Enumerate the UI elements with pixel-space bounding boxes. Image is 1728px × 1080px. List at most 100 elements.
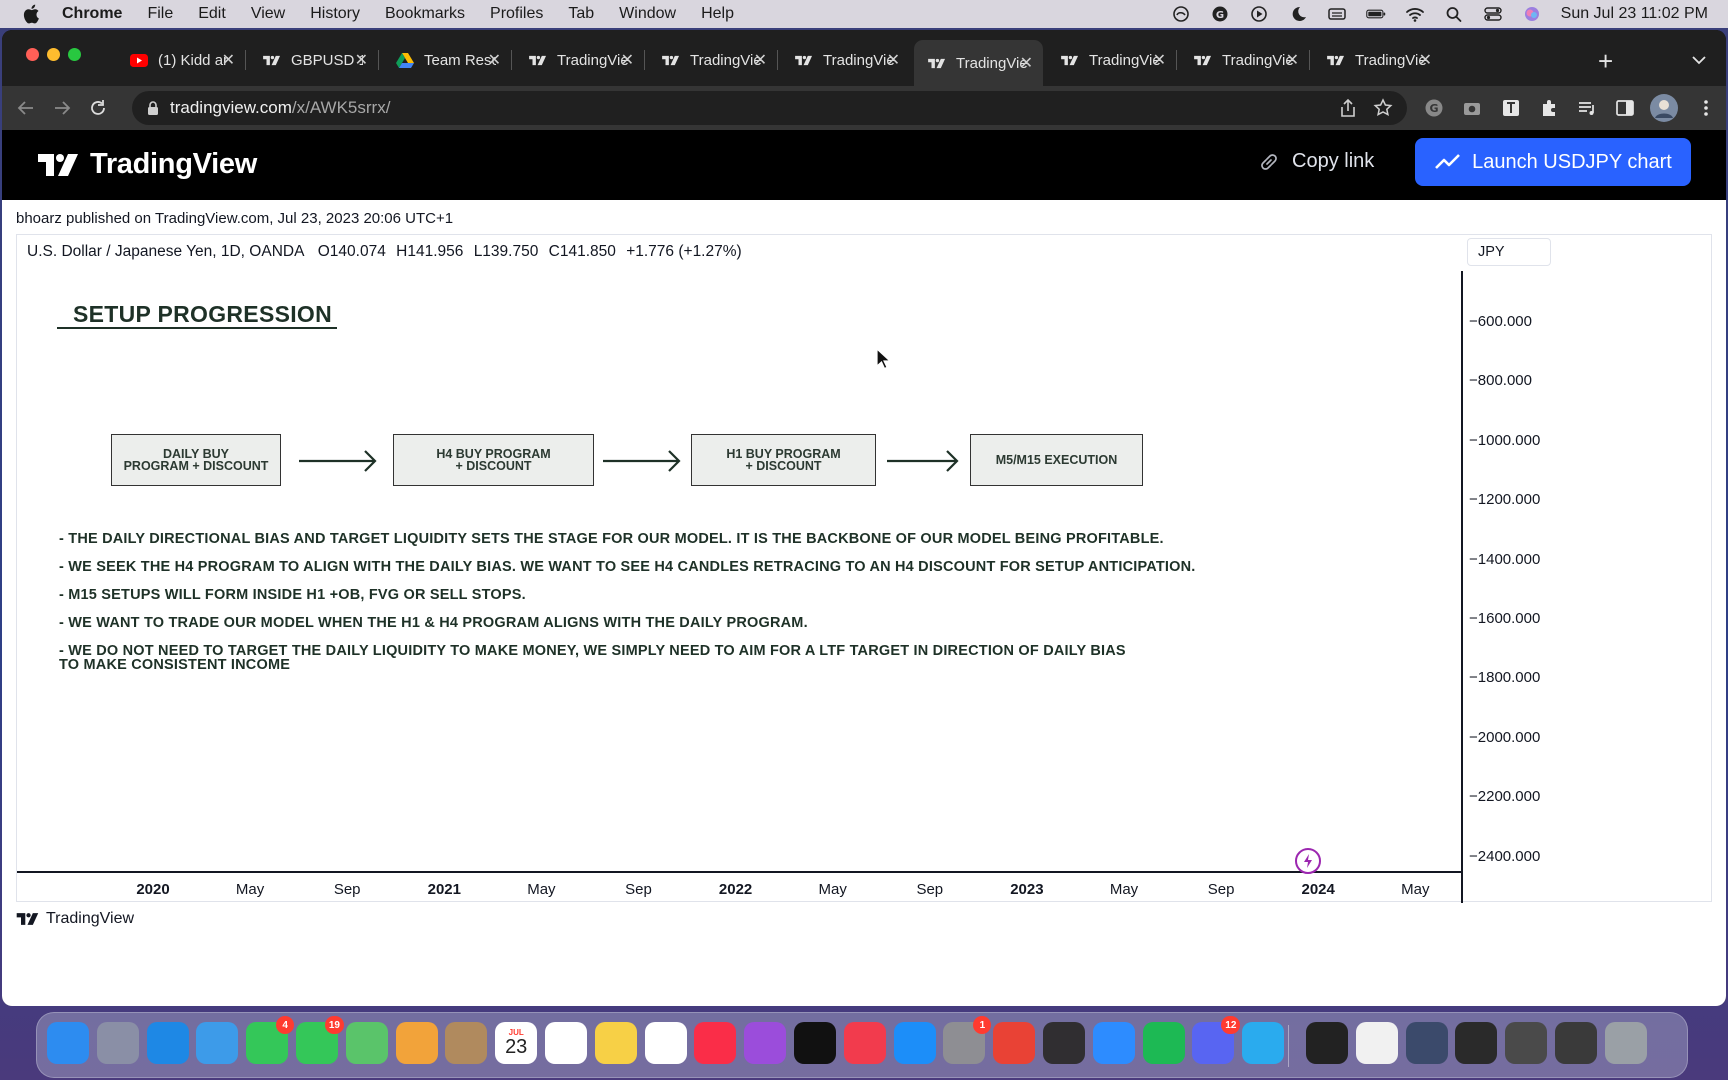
media-controls-icon[interactable] bbox=[1576, 97, 1598, 119]
browser-tab[interactable]: TradingView✕ bbox=[781, 40, 910, 80]
browser-tab[interactable]: Team Reso ✕ bbox=[382, 40, 511, 80]
menu-bookmarks[interactable]: Bookmarks bbox=[385, 5, 465, 23]
dock-app-podcasts-icon[interactable] bbox=[744, 1022, 787, 1064]
dock-app-app-store-icon[interactable] bbox=[893, 1022, 936, 1064]
siri-icon[interactable] bbox=[1522, 5, 1542, 23]
dock-app-safari-icon[interactable] bbox=[146, 1022, 189, 1064]
menu-help[interactable]: Help bbox=[701, 5, 734, 23]
tab-close-icon[interactable]: ✕ bbox=[887, 50, 900, 70]
tab-close-icon[interactable]: ✕ bbox=[222, 50, 235, 70]
tab-close-icon[interactable]: ✕ bbox=[754, 50, 767, 70]
notion-extension-icon[interactable] bbox=[1500, 97, 1522, 119]
dock-app-activity-monitor-icon[interactable] bbox=[1306, 1022, 1348, 1064]
reload-icon[interactable] bbox=[88, 98, 108, 118]
camera-extension-icon[interactable] bbox=[1461, 97, 1483, 119]
dock-app-spotify-icon[interactable] bbox=[1142, 1022, 1185, 1064]
spotlight-search-icon[interactable] bbox=[1444, 5, 1464, 23]
creative-cloud-icon[interactable] bbox=[1171, 5, 1191, 23]
menu-history[interactable]: History bbox=[310, 5, 360, 23]
dock-app-contacts-icon[interactable] bbox=[445, 1022, 488, 1064]
dock-app-screenshot-icon[interactable] bbox=[1455, 1022, 1498, 1064]
moon-icon[interactable] bbox=[1288, 5, 1308, 23]
lightning-event-icon[interactable] bbox=[1295, 848, 1321, 874]
dock-app-downloads-icon[interactable] bbox=[1505, 1022, 1548, 1064]
lock-icon[interactable] bbox=[146, 100, 160, 121]
grammarly-icon[interactable]: G bbox=[1210, 5, 1230, 23]
dock-app-news-icon[interactable] bbox=[843, 1022, 886, 1064]
tab-close-icon[interactable]: ✕ bbox=[1020, 53, 1033, 73]
dock-app-calendar-icon[interactable]: JUL 23 bbox=[495, 1022, 538, 1064]
dock-app-tv-icon[interactable] bbox=[794, 1022, 836, 1064]
profile-avatar[interactable] bbox=[1650, 94, 1678, 122]
dock-app-messages-icon[interactable]: 19 bbox=[296, 1016, 344, 1064]
apple-logo-icon[interactable] bbox=[22, 4, 42, 24]
tab-close-icon[interactable]: ✕ bbox=[355, 50, 368, 70]
dock-app-system-settings-icon[interactable]: 1 bbox=[943, 1016, 992, 1064]
back-arrow-icon[interactable] bbox=[16, 98, 36, 118]
control-center-icon[interactable] bbox=[1483, 5, 1503, 23]
bookmark-star-icon[interactable] bbox=[1373, 98, 1393, 123]
dock-app-trash-icon[interactable] bbox=[1604, 1022, 1647, 1064]
dock-app-music-icon[interactable] bbox=[694, 1022, 737, 1064]
dock-app-reminders-icon[interactable] bbox=[545, 1022, 587, 1064]
play-circle-icon[interactable] bbox=[1249, 5, 1269, 23]
browser-tab[interactable]: TradingView✕ bbox=[914, 40, 1043, 86]
chrome-menu-icon[interactable] bbox=[1695, 97, 1717, 119]
menu-file[interactable]: File bbox=[147, 5, 173, 23]
battery-icon[interactable] bbox=[1365, 5, 1386, 23]
dock-app-photos-icon[interactable] bbox=[395, 1022, 438, 1064]
dock-app-facetime-icon[interactable]: 4 bbox=[246, 1016, 295, 1064]
new-tab-button[interactable]: + bbox=[1598, 46, 1613, 77]
browser-tab[interactable]: TradingView✕ bbox=[1180, 40, 1309, 80]
dock-app-quicktime-icon[interactable] bbox=[1405, 1022, 1448, 1064]
tab-close-icon[interactable]: ✕ bbox=[1419, 50, 1432, 70]
side-panel-icon[interactable] bbox=[1614, 97, 1636, 119]
tab-close-icon[interactable]: ✕ bbox=[488, 50, 501, 70]
dock-app-zoom-icon[interactable] bbox=[1092, 1022, 1135, 1064]
dock-app-launchpad-icon[interactable] bbox=[96, 1022, 139, 1064]
browser-tab[interactable]: TradingView✕ bbox=[648, 40, 777, 80]
dock-app-mail-icon[interactable] bbox=[196, 1022, 239, 1064]
address-bar[interactable]: tradingview.com/x/AWK5srrx/ bbox=[132, 91, 1407, 125]
menu-window[interactable]: Window bbox=[619, 5, 676, 23]
dock-app-maps-icon[interactable] bbox=[345, 1022, 388, 1064]
currency-selector[interactable]: JPY bbox=[1467, 238, 1551, 266]
menu-tab[interactable]: Tab bbox=[568, 5, 594, 23]
dock-app-documents-icon[interactable] bbox=[1555, 1022, 1597, 1064]
dock-app-freeform-icon[interactable] bbox=[644, 1022, 687, 1064]
browser-tab[interactable]: TradingView✕ bbox=[1047, 40, 1176, 80]
copy-link-button[interactable]: Copy link bbox=[1258, 150, 1374, 173]
dock-app-chrome-icon[interactable] bbox=[993, 1022, 1036, 1064]
browser-tab[interactable]: TradingView✕ bbox=[515, 40, 644, 80]
tab-close-icon[interactable]: ✕ bbox=[1286, 50, 1299, 70]
minimize-window-button[interactable] bbox=[47, 48, 60, 61]
menu-app-name[interactable]: Chrome bbox=[62, 5, 122, 23]
tab-close-icon[interactable]: ✕ bbox=[621, 50, 634, 70]
dock-app-notes-icon[interactable] bbox=[594, 1022, 637, 1064]
tab-search-chevron-icon[interactable] bbox=[1692, 52, 1706, 70]
browser-tab[interactable]: TradingView✕ bbox=[1313, 40, 1442, 80]
extensions-puzzle-icon[interactable] bbox=[1538, 97, 1560, 119]
tradingview-footer-logo[interactable]: TradingView bbox=[16, 910, 134, 928]
close-window-button[interactable] bbox=[26, 48, 39, 61]
menubar-clock[interactable]: Sun Jul 23 11:02 PM bbox=[1561, 5, 1708, 23]
forward-arrow-icon[interactable] bbox=[52, 98, 72, 118]
menu-profiles[interactable]: Profiles bbox=[490, 5, 543, 23]
grammarly-extension-icon[interactable]: G bbox=[1423, 97, 1445, 119]
keyboard-icon[interactable] bbox=[1327, 5, 1347, 23]
dock-app-obs-icon[interactable] bbox=[1043, 1022, 1085, 1064]
menu-view[interactable]: View bbox=[251, 5, 285, 23]
tab-close-icon[interactable]: ✕ bbox=[1153, 50, 1166, 70]
menu-edit[interactable]: Edit bbox=[198, 5, 226, 23]
share-icon[interactable] bbox=[1339, 98, 1357, 123]
browser-tab[interactable]: GBPUSD 1 ✕ bbox=[249, 40, 378, 80]
tradingview-logo[interactable]: TradingView bbox=[38, 148, 257, 181]
launch-chart-button[interactable]: Launch USDJPY chart bbox=[1415, 138, 1691, 186]
dock-app-discord-icon[interactable]: 12 bbox=[1192, 1016, 1241, 1064]
dock-app-finder-icon[interactable] bbox=[47, 1022, 89, 1064]
dock-app-telegram-icon[interactable] bbox=[1242, 1022, 1285, 1064]
zoom-window-button[interactable] bbox=[68, 48, 81, 61]
dock-app-textedit-icon[interactable] bbox=[1355, 1022, 1398, 1064]
browser-tab[interactable]: (1) Kidd ar ✕ bbox=[116, 40, 245, 80]
wifi-icon[interactable] bbox=[1405, 5, 1425, 23]
